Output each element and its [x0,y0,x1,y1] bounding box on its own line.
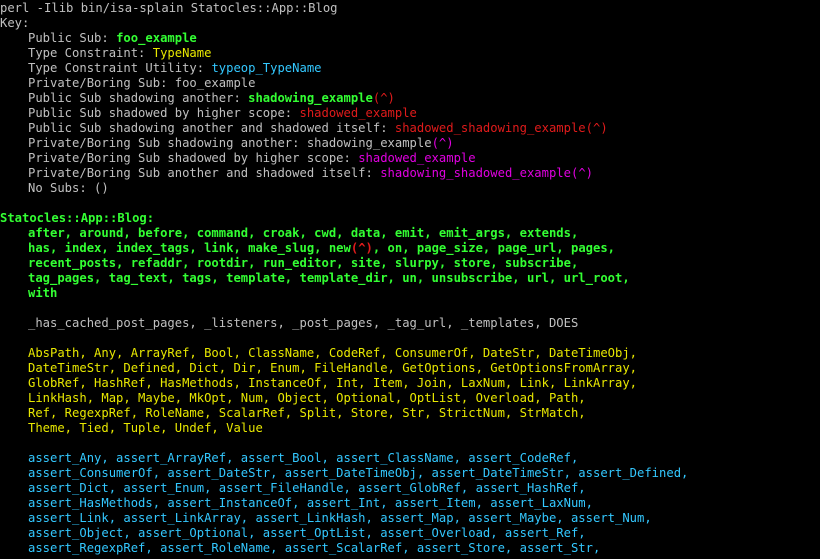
public-subs-line: with [28,286,58,300]
type-constraints-line: AbsPath, Any, ArrayRef, Bool, ClassName,… [28,346,638,360]
type-utilities-line: assert_HasMethods, assert_InstanceOf, as… [28,496,593,510]
key-item: Public Sub shadowed by higher scope: sha… [0,106,820,121]
key-label: Public Sub: [28,31,117,45]
public-subs-line: after, around, before, command, croak, c… [28,226,579,240]
public-subs-line: has, index, index_tags, link, make_slug,… [0,241,820,256]
key-header: Key: [0,16,30,30]
key-label: Private/Boring Sub shadowing another: [28,136,307,150]
type-utilities-line: assert_Any, assert_ArrayRef, assert_Bool… [28,451,579,465]
key-example: shadowing_shadowed_example(^) [380,166,593,180]
key-example: shadowed_example [358,151,476,165]
command-line: perl -Ilib bin/isa-splain Statocles::App… [0,1,338,15]
key-label: Type Constraint Utility: [28,61,212,75]
type-constraints-line: Theme, Tied, Tuple, Undef, Value [28,421,263,435]
type-utilities-list: assert_Any, assert_ArrayRef, assert_Bool… [0,451,820,556]
type-utilities-line: assert_RegexpRef, assert_RoleName, asser… [28,541,601,555]
key-example: typeop_TypeName [211,61,322,75]
public-subs-text: has, index, index_tags, link, make_slug,… [28,241,351,255]
key-label: Private/Boring Sub another and shadowed … [28,166,381,180]
shadow-marker: (^) [350,241,373,255]
key-label: Type Constraint: [28,46,153,60]
no-subs-label: No Subs: () [28,181,109,195]
key-label: Public Sub shadowed by higher scope: [28,106,300,120]
key-example: shadowing_example [248,91,373,105]
type-constraints-line: GlobRef, HashRef, HasMethods, InstanceOf… [28,376,638,390]
public-subs-line: recent_posts, refaddr, rootdir, run_edit… [28,256,579,270]
key-label: Public Sub shadowing another and shadowe… [28,121,395,135]
key-legend: Public Sub: foo_example Type Constraint:… [0,31,820,196]
key-item: Private/Boring Sub shadowing another: sh… [0,136,820,151]
shadow-marker: (^) [372,91,395,105]
key-example: foo_example [116,31,197,45]
type-utilities-line: assert_Object, assert_Optional, assert_O… [28,526,586,540]
type-constraints-line: LinkHash, Map, Maybe, MkOpt, Num, Object… [28,391,586,405]
key-item: Type Constraint: TypeName [0,46,820,61]
key-item: Type Constraint Utility: typeop_TypeName [0,61,820,76]
type-constraints-line: DateTimeStr, Defined, Dict, Dir, Enum, F… [28,361,638,375]
key-item: Public Sub: foo_example [0,31,820,46]
key-label: Public Sub shadowing another: [28,91,249,105]
type-utilities-line: assert_Link, assert_LinkArray, assert_Li… [28,511,652,525]
type-utilities-line: assert_ConsumerOf, assert_DateStr, asser… [28,466,689,480]
key-example: TypeName [152,46,212,60]
private-subs-line: _has_cached_post_pages, _listeners, _pos… [28,316,579,330]
key-label: Private/Boring Sub: [28,76,175,90]
key-item: Public Sub shadowing another and shadowe… [0,121,820,136]
public-subs-line: tag_pages, tag_text, tags, template, tem… [28,271,630,285]
terminal-window[interactable]: perl -Ilib bin/isa-splain Statocles::App… [0,0,820,559]
key-item: Private/Boring Sub shadowed by higher sc… [0,151,820,166]
public-subs-list: after, around, before, command, croak, c… [0,226,820,301]
public-subs-text: , on, page_size, page_url, pages, [372,241,616,255]
key-example: shadowed_example [299,106,417,120]
key-item: Private/Boring Sub: foo_example [0,76,820,91]
type-constraints-list: AbsPath, Any, ArrayRef, Bool, ClassName,… [0,346,820,436]
key-example: shadowed_shadowing_example(^) [394,121,608,135]
package-name: Statocles::App::Blog: [0,211,155,225]
key-example: foo_example [174,76,256,90]
key-example: shadowing_example [306,136,432,150]
key-item: Public Sub shadowing another: shadowing_… [0,91,820,106]
type-utilities-line: assert_Dict, assert_Enum, assert_FileHan… [28,481,586,495]
type-constraints-line: Ref, RegexpRef, RoleName, ScalarRef, Spl… [28,406,586,420]
shadow-marker: (^) [431,136,454,150]
key-item: Private/Boring Sub another and shadowed … [0,166,820,181]
key-label: Private/Boring Sub shadowed by higher sc… [28,151,359,165]
